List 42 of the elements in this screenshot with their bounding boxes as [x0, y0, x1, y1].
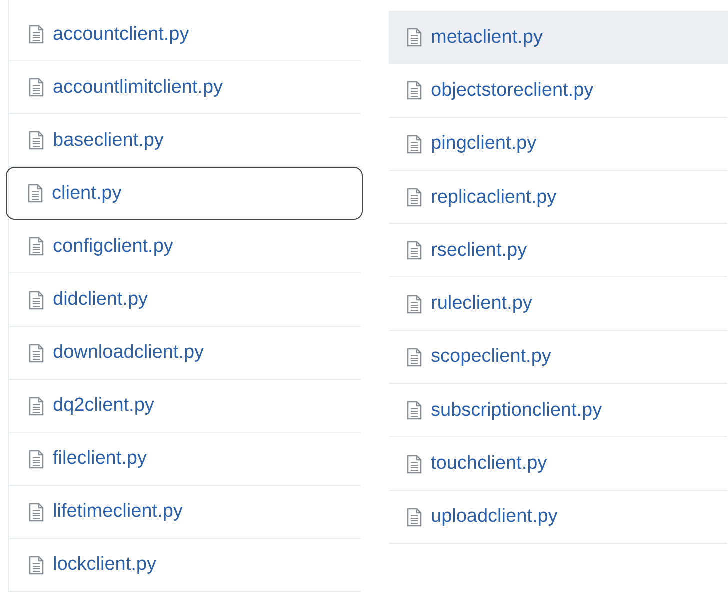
file-row[interactable]: metaclient.py — [389, 11, 728, 64]
file-row[interactable]: scopeclient.py — [389, 330, 728, 384]
file-row[interactable]: pingclient.py — [389, 118, 728, 171]
file-icon — [29, 396, 44, 416]
file-row[interactable]: replicaclient.py — [389, 170, 728, 224]
file-row[interactable]: lifetimeclient.py — [9, 486, 361, 539]
file-row[interactable]: accountlimitclient.py — [9, 61, 361, 114]
file-icon — [407, 28, 422, 48]
file-row[interactable]: objectstoreclient.py — [389, 64, 728, 118]
file-icon — [407, 188, 422, 208]
file-row[interactable]: rseclient.py — [389, 224, 728, 278]
file-row[interactable]: didclient.py — [9, 273, 361, 327]
file-row[interactable]: downloadclient.py — [9, 326, 361, 380]
file-icon — [407, 81, 422, 100]
file-icon — [29, 78, 44, 98]
file-row[interactable]: baseclient.py — [9, 114, 361, 168]
file-icon — [407, 134, 422, 154]
file-icon — [29, 290, 44, 310]
file-icon — [28, 184, 43, 204]
file-row[interactable]: subscriptionclient.py — [389, 384, 728, 438]
file-row[interactable]: dq2client.py — [9, 380, 361, 433]
file-row[interactable]: fileclient.py — [9, 432, 361, 486]
file-row[interactable]: touchclient.py — [389, 437, 728, 491]
file-icon — [407, 454, 422, 474]
file-icon — [29, 450, 44, 469]
file-icon — [29, 131, 44, 150]
file-icon — [29, 344, 44, 363]
file-icon — [29, 25, 44, 44]
file-row[interactable]: configclient.py — [9, 220, 361, 274]
file-row[interactable]: accountclient.py — [9, 8, 361, 62]
file-row[interactable]: lockclient.py — [9, 538, 361, 592]
file-icon — [407, 508, 422, 527]
file-icon — [407, 241, 422, 260]
file-row[interactable]: client.py — [6, 167, 363, 220]
file-icon — [407, 348, 422, 367]
file-row[interactable]: ruleclient.py — [389, 277, 728, 331]
file-icon — [29, 237, 44, 256]
file-icon — [29, 502, 44, 522]
file-icon — [407, 294, 422, 314]
file-icon — [407, 401, 422, 420]
file-icon — [29, 556, 44, 575]
file-row[interactable]: uploadclient.py — [389, 490, 728, 544]
